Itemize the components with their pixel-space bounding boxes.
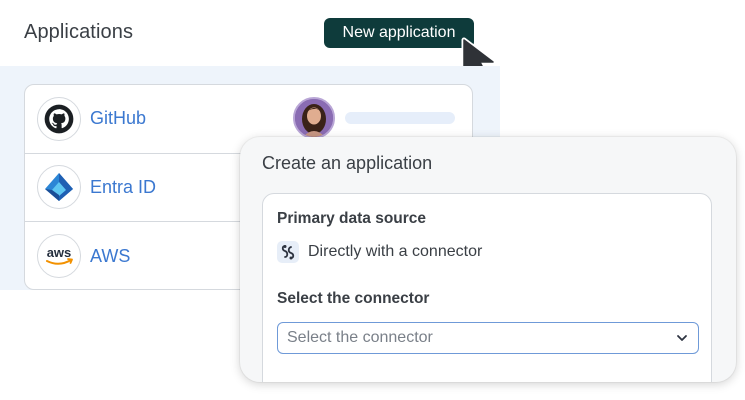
app-name[interactable]: Entra ID bbox=[90, 177, 156, 198]
connector-icon bbox=[277, 241, 299, 263]
page-title: Applications bbox=[24, 21, 134, 43]
create-application-dialog: Create an application Primary data sourc… bbox=[240, 137, 736, 382]
dialog-form: Primary data source Directly with a conn… bbox=[262, 193, 712, 382]
primary-source-text: Directly with a connector bbox=[308, 243, 483, 260]
placeholder-bar bbox=[345, 112, 455, 124]
connector-select[interactable]: Select the connector bbox=[277, 322, 699, 354]
entra-id-icon bbox=[37, 165, 81, 210]
connector-label: Select the connector bbox=[277, 290, 430, 307]
app-name[interactable]: AWS bbox=[90, 246, 130, 267]
new-application-button[interactable]: New application bbox=[324, 18, 474, 48]
app-name[interactable]: GitHub bbox=[90, 108, 146, 129]
aws-icon: aws bbox=[37, 234, 81, 279]
svg-text:aws: aws bbox=[47, 245, 72, 260]
avatar bbox=[293, 97, 335, 139]
primary-source-value[interactable]: Directly with a connector bbox=[277, 241, 482, 263]
dialog-title: Create an application bbox=[262, 153, 433, 173]
github-icon bbox=[37, 96, 81, 141]
connector-select-placeholder: Select the connector bbox=[287, 329, 433, 346]
chevron-down-icon bbox=[677, 335, 687, 341]
primary-source-label: Primary data source bbox=[277, 210, 427, 227]
